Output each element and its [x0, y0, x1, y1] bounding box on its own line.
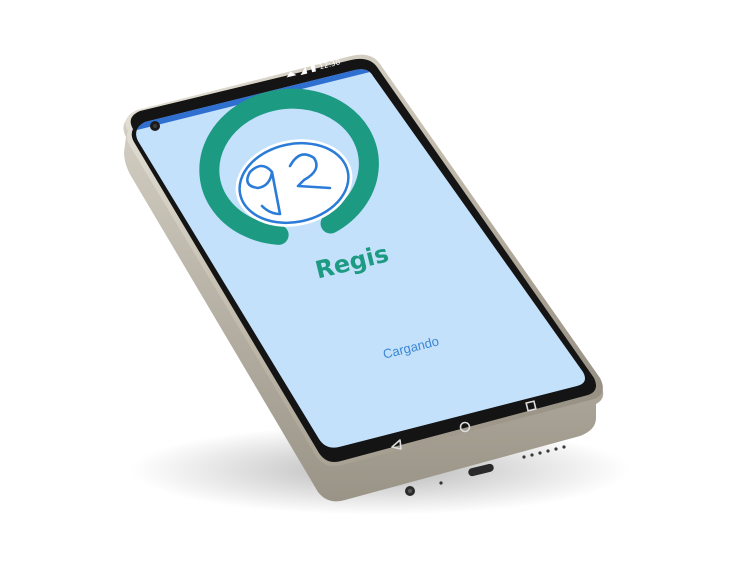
phone-mockup-scene: 12:30 Regis Cargando [123, 54, 630, 515]
front-camera-lens [153, 124, 157, 128]
microphone-hole [439, 481, 443, 485]
headphone-jack-inner [407, 488, 413, 494]
